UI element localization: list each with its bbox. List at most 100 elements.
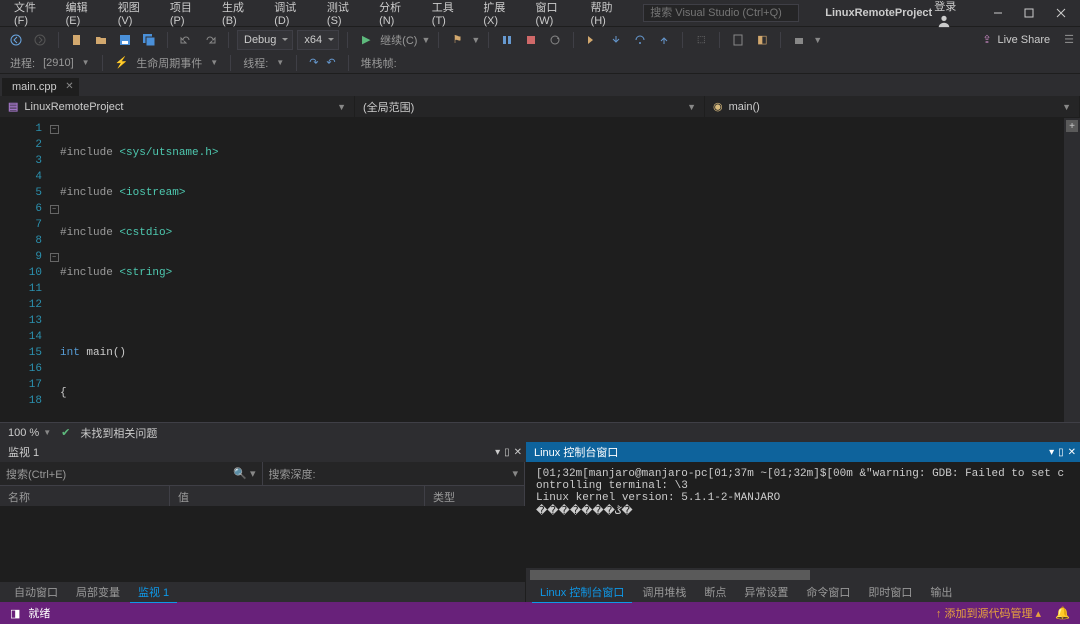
hex-display-button[interactable]: ⬚ (691, 30, 711, 50)
live-share[interactable]: ⇪ Live Share ☰ (982, 33, 1074, 46)
menu-file[interactable]: 文件(F) (6, 0, 56, 30)
ready-label: 就绪 (28, 605, 50, 621)
menu-window[interactable]: 窗口(W) (528, 0, 581, 30)
pin-icon[interactable]: ▯ (1058, 447, 1064, 458)
tab-main-cpp[interactable]: main.cpp ✕ (2, 77, 79, 96)
tab-autos[interactable]: 自动窗口 (6, 582, 66, 602)
new-file-button[interactable] (67, 30, 87, 50)
stepinto-icon[interactable]: ↷ (309, 56, 318, 69)
fold-toggle[interactable]: − (50, 205, 59, 214)
platform-dropdown[interactable]: x64 (297, 30, 339, 50)
console-output[interactable]: [01;32m[manjaro@manjaro-pc[01;37m ~[01;3… (526, 462, 1080, 568)
watch-col-value[interactable]: 值 (170, 486, 425, 506)
close-icon[interactable]: ✕ (514, 447, 522, 458)
step-into-button[interactable] (606, 30, 626, 50)
tab-output[interactable]: 输出 (922, 582, 960, 602)
pause-button[interactable] (497, 30, 517, 50)
separator (682, 32, 683, 48)
separator (348, 55, 349, 71)
account-icon[interactable]: ☰ (1064, 33, 1074, 46)
open-button[interactable] (91, 30, 111, 50)
fold-toggle[interactable]: − (50, 253, 59, 262)
global-search-input[interactable] (643, 4, 799, 22)
tab-exceptions[interactable]: 异常设置 (736, 582, 796, 602)
redo-button[interactable] (200, 30, 220, 50)
zoom-label: 100 % (8, 427, 39, 439)
dropdown-icon[interactable]: ▾ (1049, 447, 1054, 458)
maximize-button[interactable] (1017, 2, 1043, 24)
step-out-button[interactable] (654, 30, 674, 50)
menu-extensions[interactable]: 扩展(X) (475, 0, 525, 30)
chevron-down-icon[interactable]: ▼ (82, 58, 90, 67)
watch-col-name[interactable]: 名称 (0, 486, 170, 506)
restart-button[interactable] (545, 30, 565, 50)
docs-icon[interactable] (728, 30, 748, 50)
line-number: 1 (0, 121, 48, 137)
nav-project-dropdown[interactable]: ▤ LinuxRemoteProject ▼ (0, 96, 355, 117)
watch-depth-dropdown[interactable]: 搜索深度: ▾ (263, 462, 526, 485)
config-dropdown[interactable]: Debug (237, 30, 293, 50)
menu-edit[interactable]: 编辑(E) (58, 0, 108, 30)
nav-scope-dropdown[interactable]: (全局范围) ▼ (355, 96, 705, 117)
menu-project[interactable]: 项目(P) (162, 0, 212, 30)
bottom-tabs-right: Linux 控制台窗口 调用堆栈 断点 异常设置 命令窗口 即时窗口 输出 (526, 582, 1080, 602)
horizontal-scrollbar[interactable] (526, 568, 1080, 582)
stop-button[interactable] (521, 30, 541, 50)
pin-icon[interactable]: ▯ (504, 447, 510, 458)
split-editor-button[interactable]: + (1066, 120, 1078, 132)
minimize-button[interactable] (985, 2, 1011, 24)
line-number: 5 (0, 185, 48, 201)
dropdown-icon[interactable]: ▾ (495, 447, 500, 458)
flag-icon[interactable]: ⚑ (447, 30, 467, 50)
close-button[interactable] (1048, 2, 1074, 24)
tab-locals[interactable]: 局部变量 (68, 582, 128, 602)
nav-method-dropdown[interactable]: ◉ main() ▼ (705, 96, 1080, 117)
line-number: 7 (0, 217, 48, 233)
chevron-down-icon[interactable]: ▼ (276, 58, 284, 67)
undo-button[interactable] (176, 30, 196, 50)
chevron-down-icon: ▼ (1062, 102, 1071, 112)
source-control-button[interactable]: ↑ 添加到源代码管理 ▴ (936, 605, 1041, 621)
bookmark-icon[interactable]: ◧ (752, 30, 772, 50)
close-tab-icon[interactable]: ✕ (65, 81, 73, 92)
tab-watch1[interactable]: 监视 1 (130, 582, 177, 603)
menu-test[interactable]: 测试(S) (319, 0, 369, 30)
close-icon[interactable]: ✕ (1068, 447, 1076, 458)
save-button[interactable] (115, 30, 135, 50)
chevron-down-icon[interactable]: ▼ (210, 58, 218, 67)
tab-linux-console[interactable]: Linux 控制台窗口 (532, 582, 632, 603)
step-over-button[interactable] (630, 30, 650, 50)
menu-help[interactable]: 帮助(H) (583, 0, 634, 30)
zoom-dropdown[interactable]: 100 % ▼ (8, 427, 51, 439)
menu-view[interactable]: 视图(V) (110, 0, 160, 30)
tab-callstack[interactable]: 调用堆栈 (634, 582, 694, 602)
save-all-button[interactable] (139, 30, 159, 50)
lifecycle-icon[interactable]: ⚡ (115, 56, 129, 69)
toolbox-icon[interactable] (789, 30, 809, 50)
stepout-icon[interactable]: ↶ (326, 56, 335, 69)
notifications-icon[interactable]: 🔔 (1055, 606, 1070, 620)
chevron-down-icon: ▼ (337, 102, 346, 112)
menu-analyze[interactable]: 分析(N) (371, 0, 422, 30)
nav-back-button[interactable] (6, 30, 26, 50)
tab-breakpoints[interactable]: 断点 (696, 582, 734, 602)
tab-command[interactable]: 命令窗口 (798, 582, 858, 602)
separator (488, 32, 489, 48)
watch-body[interactable] (0, 506, 525, 582)
menu-debug[interactable]: 调试(D) (266, 0, 317, 30)
watch-col-type[interactable]: 类型 (425, 486, 525, 506)
continue-button[interactable]: ▶ (356, 30, 376, 50)
login-button[interactable]: 登录 (934, 0, 973, 28)
vertical-scrollbar[interactable]: + (1064, 118, 1080, 422)
bottom-tabs-left: 自动窗口 局部变量 监视 1 (0, 582, 526, 602)
tab-immediate[interactable]: 即时窗口 (860, 582, 920, 602)
nav-forward-button[interactable] (30, 30, 50, 50)
code-area[interactable]: #include <sys/utsname.h> #include <iostr… (60, 118, 1064, 422)
fold-toggle[interactable]: − (50, 125, 59, 134)
menu-tools[interactable]: 工具(T) (424, 0, 474, 30)
watch-search-input[interactable]: 搜索(Ctrl+E) 🔍 ▾ (0, 462, 263, 485)
show-next-statement-button[interactable] (582, 30, 602, 50)
menu-build[interactable]: 生成(B) (214, 0, 264, 30)
chevron-down-icon: ▼ (43, 428, 51, 437)
titlebar-controls: 登录 (934, 0, 1074, 28)
